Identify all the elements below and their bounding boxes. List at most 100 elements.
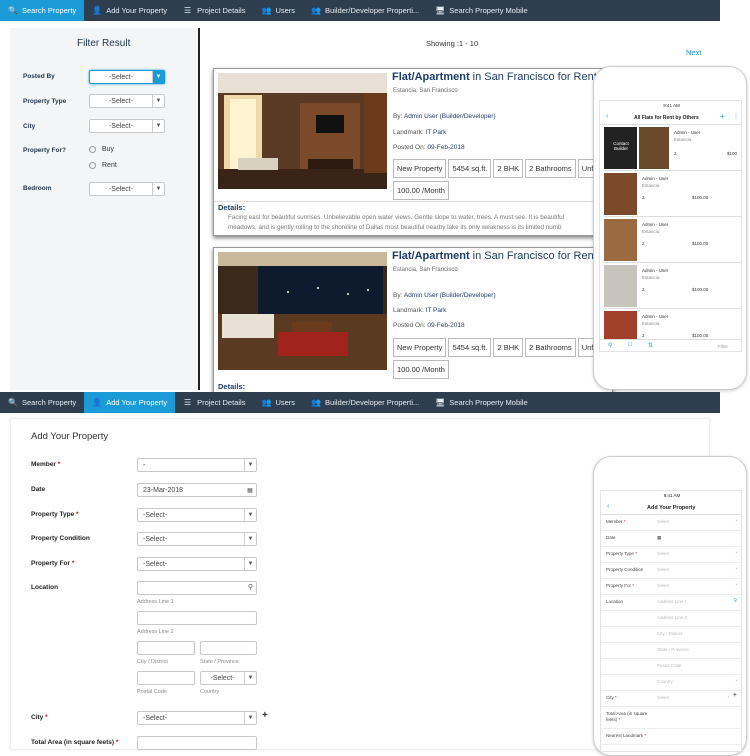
property-type-select[interactable]: -Select- ▼ — [137, 508, 257, 522]
nav-builder-properties[interactable]: 👥 Builder/Developer Properti... — [303, 392, 427, 413]
contact-builder-button[interactable]: Contact Builder — [608, 141, 634, 151]
form-row[interactable]: Country › — [601, 675, 741, 691]
top-nav: 🔍 Search Property 👤 Add Your Property ☰ Pro… — [0, 392, 720, 413]
details-text: Facing east for beautiful sunrises. Unbe… — [228, 214, 565, 231]
property-type-select[interactable]: -Select- ▼ — [89, 94, 165, 108]
form-row[interactable]: Property For * Select › — [601, 579, 741, 595]
nav-search-property[interactable]: 🔍 Search Property — [0, 392, 84, 413]
buy-radio[interactable]: Buy — [89, 146, 114, 153]
nav-builder-properties[interactable]: 👥 Builder/Developer Properti... — [303, 0, 427, 21]
next-link[interactable]: Next — [686, 48, 701, 57]
address2-input[interactable] — [137, 611, 257, 625]
top-nav: 🔍 Search Property 👤 Add Your Property ☰ Pro… — [0, 0, 720, 21]
location-pin-icon[interactable]: ⚲ — [733, 598, 737, 604]
poster-link[interactable]: Admin User (Builder/Developer) — [404, 292, 496, 299]
nav-search-mobile[interactable]: 🖥 Search Property Mobile — [427, 392, 535, 413]
property-photo — [218, 73, 387, 189]
nav-search-mobile[interactable]: 🖥 Search Property Mobile — [427, 0, 535, 21]
nav-users[interactable]: 👥 Users — [253, 392, 303, 413]
date-input[interactable]: 23-Mar-2018 ▦ — [137, 483, 257, 497]
form-row[interactable]: Date ▦ — [601, 531, 741, 547]
nav-search-property[interactable]: 🔍 Search Property — [0, 0, 85, 21]
showing-count: Showing :1 - 10 — [426, 39, 479, 48]
back-icon[interactable]: ‹ — [607, 503, 609, 510]
property-title[interactable]: Flat/Apartment in San Francisco for Rent — [392, 71, 597, 83]
form-row[interactable]: Postal Code — [601, 659, 741, 675]
city-select[interactable]: -Select- ▼ — [137, 711, 257, 725]
form-row[interactable]: Member * Select › — [601, 515, 741, 531]
nav-users[interactable]: 👥 Users — [253, 0, 303, 21]
state-province-input[interactable] — [200, 641, 257, 655]
list-item[interactable]: Contact Builder Admin - User Estancia 2 … — [604, 127, 741, 171]
list-item[interactable]: Admin - User Estancia 2 $100.00 — [604, 219, 741, 263]
city-label: City — [23, 123, 36, 130]
more-icon[interactable]: ⋮ — [733, 113, 739, 120]
calendar-icon[interactable]: ▦ — [657, 535, 661, 541]
country-select[interactable]: -Select- ▼ — [200, 671, 257, 685]
landmark: Landmark: IT Park — [393, 129, 447, 136]
chevron-down-icon: ▼ — [152, 183, 164, 195]
map-icon[interactable]: □ — [628, 342, 632, 348]
listing-thumbnail — [604, 173, 637, 215]
form-row[interactable]: Property Condition Select › — [601, 563, 741, 579]
mobile-title: Add Your Property — [647, 505, 696, 511]
poster-link[interactable]: Admin User (Builder/Developer) — [404, 113, 496, 120]
builder-icon: 👥 — [311, 6, 322, 15]
form-row[interactable]: Total Area (in square feets) * — [601, 707, 741, 729]
users-icon: 👥 — [261, 398, 272, 407]
bedroom-select[interactable]: -Select- ▼ — [89, 182, 165, 196]
property-card[interactable]: Flat/Apartment in San Francisco for Rent… — [213, 247, 613, 397]
location-pin-icon[interactable]: ⚲ — [248, 582, 253, 594]
filter-button[interactable]: Filter — [718, 344, 728, 349]
spec-status: New Property — [393, 338, 447, 357]
details-label: Details: — [218, 203, 246, 212]
property-title[interactable]: Flat/Apartment in San Francisco for Rent — [392, 250, 597, 262]
nav-project-details[interactable]: ☰ Project Details — [175, 392, 253, 413]
property-condition-select[interactable]: -Select- ▼ — [137, 532, 257, 546]
users-icon: 👥 — [261, 6, 272, 15]
details-label: Details: — [218, 382, 246, 391]
property-condition-label: Property Condition — [31, 535, 90, 542]
property-type-label: Property Type * — [31, 511, 79, 518]
posted-by-select[interactable]: -Select- ▼ — [89, 70, 165, 84]
property-for-select[interactable]: -Select- ▼ — [137, 557, 257, 571]
form-row[interactable]: Address Line 2 — [601, 611, 741, 627]
chevron-right-icon: › — [735, 566, 737, 572]
property-photo — [218, 252, 387, 370]
search-icon[interactable]: ⚲ — [608, 342, 612, 349]
city-district-input[interactable] — [137, 641, 195, 655]
member-select[interactable]: - ▼ — [137, 458, 257, 472]
form-row[interactable]: State / Province — [601, 643, 741, 659]
add-city-button[interactable]: + — [262, 710, 268, 721]
property-location: Estancia, San Francisco — [393, 267, 458, 273]
landmark: Landmark: IT Park — [393, 307, 447, 314]
postal-code-input[interactable] — [137, 671, 195, 685]
chevron-right-icon: › — [735, 550, 737, 556]
list-item[interactable]: Admin - User Estancia 2 $100.00 — [604, 173, 741, 217]
form-row[interactable]: Property Type * Select › — [601, 547, 741, 563]
city-select[interactable]: -Select- ▼ — [89, 119, 165, 133]
nav-project-details[interactable]: ☰ Project Details — [175, 0, 253, 21]
nav-add-property[interactable]: 👤 Add Your Property — [84, 392, 176, 413]
nav-add-property[interactable]: 👤 Add Your Property — [84, 0, 175, 21]
rent-radio[interactable]: Rent — [89, 162, 117, 169]
location-input[interactable]: ⚲ — [137, 581, 257, 595]
divider — [198, 28, 200, 390]
add-icon[interactable]: + — [720, 112, 725, 121]
filter-title: Filter Result — [77, 38, 131, 49]
list-item[interactable]: Admin - User Estancia 2 $100.00 — [604, 265, 741, 309]
form-row[interactable]: Location Address Line 1 ⚲ — [601, 595, 741, 611]
form-row[interactable]: City * Select › + — [601, 691, 741, 707]
mobile-toolbar: ⚲ □ ⇅ Filter — [600, 339, 741, 351]
form-row[interactable]: City / District — [601, 627, 741, 643]
form-row[interactable]: Nearest Landmark * — [601, 729, 741, 745]
spec-status: New Property — [393, 159, 447, 178]
sort-icon[interactable]: ⇅ — [648, 342, 653, 349]
property-card[interactable]: Flat/Apartment in San Francisco for Rent… — [213, 68, 613, 236]
form-title: Add Your Property — [31, 431, 109, 442]
add-icon[interactable]: + — [733, 692, 737, 699]
calendar-icon[interactable]: ▦ — [244, 484, 256, 496]
city-label: City * — [31, 714, 48, 721]
back-icon[interactable]: ‹ — [606, 113, 608, 120]
total-area-input[interactable] — [137, 736, 257, 750]
